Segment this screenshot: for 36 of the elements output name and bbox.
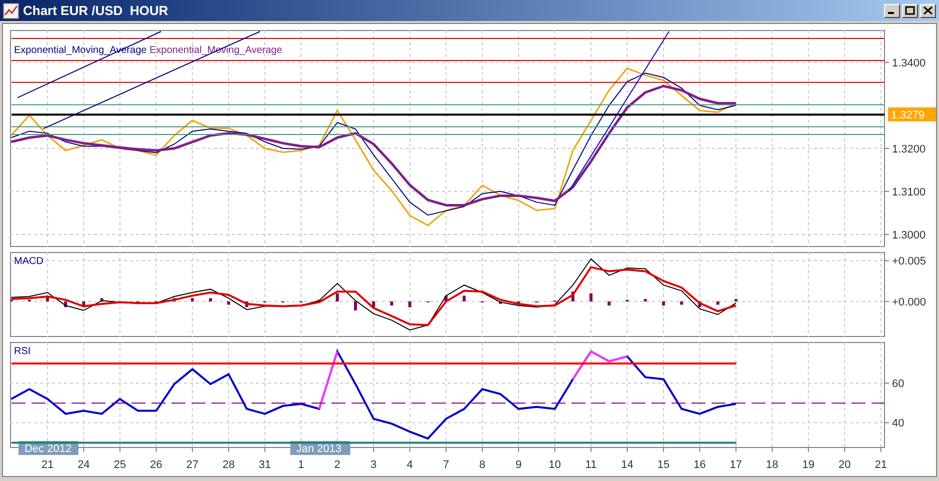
axis-tick-label: 1.3000 <box>892 229 926 242</box>
axis-tick-label: 11 <box>585 459 597 471</box>
axis-tick-label: 4 <box>406 459 413 471</box>
panel-title: RSI <box>14 346 31 357</box>
axis-tick-label: 40 <box>892 418 904 430</box>
axis-tick-label: 31 <box>258 459 271 471</box>
axis-tick-label: +0.000 <box>892 296 926 308</box>
axis-tick-label: 26 <box>150 459 162 471</box>
axis-tick-label: 21 <box>874 459 887 471</box>
axis-tick-label: 9 <box>515 459 522 471</box>
axis-tick-label: 14 <box>621 459 634 471</box>
axis-tick-label: 28 <box>222 459 235 471</box>
axis-tick-label: 18 <box>766 459 778 471</box>
axis-tick-label: 16 <box>694 459 706 471</box>
last-price-badge: 1.3279 <box>888 107 936 122</box>
axis-tick-label: 1.3400 <box>892 57 926 70</box>
axis-tick-label: 24 <box>78 459 90 471</box>
axis-tick-label: 10 <box>548 459 561 471</box>
axis-tick-label: 21 <box>41 459 54 471</box>
axis-tick-label: 20 <box>838 459 851 471</box>
axis-tick-label: 17 <box>730 459 742 471</box>
axis-tick-label: 15 <box>657 459 670 471</box>
axis-tick-label: 7 <box>443 459 450 471</box>
axis-tick-label: 1.3100 <box>892 186 926 198</box>
axis-tick-label: 19 <box>802 459 815 471</box>
axis-tick-label: 60 <box>892 378 904 390</box>
axis-tick-label: 1 <box>298 459 304 471</box>
window-title: Chart EUR /USD HOUR <box>23 2 168 20</box>
axis-tick-label: 25 <box>114 459 126 471</box>
axis-tick-label: 8 <box>479 459 486 471</box>
axis-tick-label: 1.3200 <box>892 143 926 156</box>
axis-tick-label: 27 <box>186 459 199 471</box>
axis-tick-label: 2 <box>334 459 340 471</box>
axis-tick-label: 3 <box>370 459 377 471</box>
panel-title: MACD <box>14 256 44 267</box>
axis-tick-label: +0.005 <box>892 256 926 268</box>
